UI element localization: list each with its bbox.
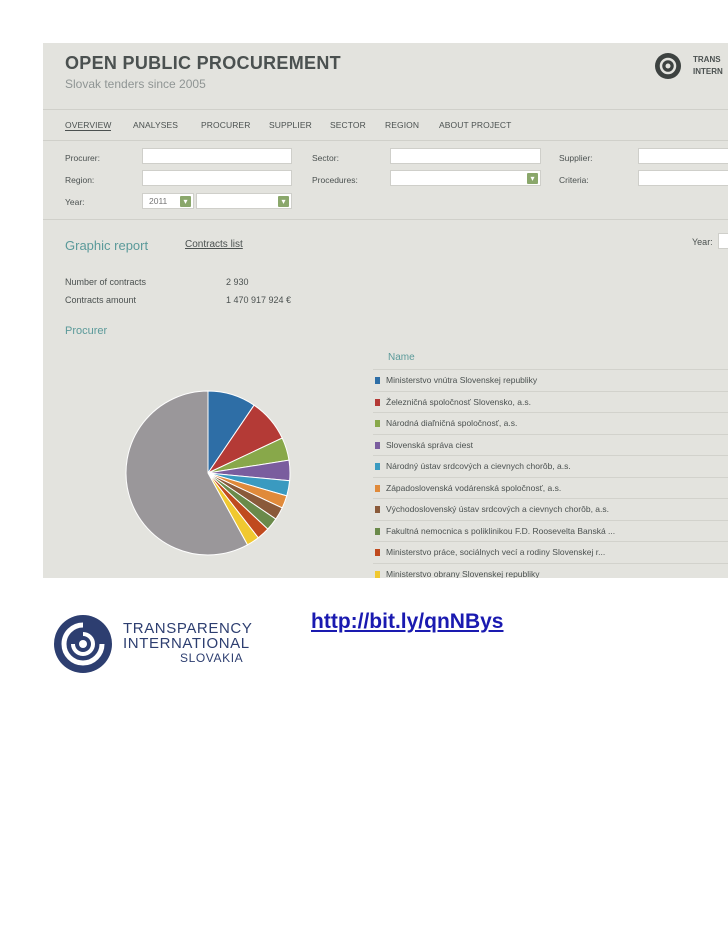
- legend-swatch: [375, 463, 380, 470]
- criteria-input[interactable]: [638, 170, 728, 186]
- sector-label: Sector:: [312, 153, 339, 163]
- legend-swatch: [375, 441, 380, 449]
- nav-about-project[interactable]: ABOUT PROJECT: [439, 120, 511, 130]
- year-label: Year:: [65, 197, 85, 207]
- legend-label: Fakultná nemocnica s poliklinikou F.D. R…: [386, 525, 616, 536]
- tab-contracts-list[interactable]: Contracts list: [185, 239, 243, 250]
- divider: [43, 219, 728, 220]
- ti-globe-icon: [54, 615, 112, 673]
- chevron-down-icon: ▾: [180, 196, 191, 207]
- legend-label: Ministerstvo práce, sociálnych vecí a ro…: [386, 547, 606, 557]
- supplier-label: Supplier:: [559, 153, 593, 163]
- tab-graphic-report[interactable]: Graphic report: [65, 238, 148, 253]
- region-label: Region:: [65, 175, 95, 185]
- chart-legend: Ministerstvo vnútra Slovenskej republiky…: [373, 369, 728, 578]
- main-nav: OVERVIEW ANALYSES PROCURER SUPPLIER SECT…: [43, 109, 728, 141]
- legend-swatch: [375, 527, 380, 535]
- year-select[interactable]: 2011 ▾: [142, 193, 194, 209]
- legend-swatch: [375, 398, 380, 406]
- month-select[interactable]: ▾: [196, 193, 292, 209]
- legend-item[interactable]: Ministerstvo obrany Slovenskej republiky: [373, 564, 728, 579]
- procurer-pie-chart: [125, 390, 291, 556]
- legend-label: Slovenská správa ciest: [386, 439, 473, 450]
- ti-header-logo: TRANS INTERN: [653, 51, 728, 91]
- legend-item[interactable]: Národná diaľničná spoločnosť, a.s.: [373, 413, 728, 435]
- ti-slovakia-wordmark: TRANSPARENCY INTERNATIONAL SLOVAKIA: [123, 621, 252, 666]
- chevron-down-icon: ▾: [527, 173, 538, 184]
- chart-year-select[interactable]: [718, 233, 728, 249]
- tab-contracts-list-label: Contracts list: [185, 239, 243, 250]
- site-subtitle: Slovak tenders since 2005: [65, 77, 206, 91]
- legend-swatch: [375, 570, 380, 578]
- legend-label: Západoslovenská vodárenská spoločnosť, a…: [386, 482, 562, 493]
- site-title: OPEN PUBLIC PROCUREMENT: [65, 53, 341, 73]
- contracts-count-label: Number of contracts: [65, 277, 147, 287]
- nav-overview[interactable]: OVERVIEW: [65, 120, 112, 131]
- legend-item[interactable]: Národný ústav srdcových a cievnych chorô…: [373, 456, 728, 478]
- legend-label: Ministerstvo obrany Slovenskej republiky: [386, 568, 540, 579]
- legend-swatch: [375, 377, 380, 384]
- legend-label: Východoslovenský ústav srdcových a cievn…: [386, 504, 609, 514]
- chart-year-label: Year:: [692, 237, 713, 247]
- year-select-value: 2011: [149, 196, 168, 206]
- legend-label: Železničná spoločnosť Slovensko, a.s.: [386, 396, 531, 407]
- contracts-count-value: 2 930: [226, 277, 249, 287]
- legend-item[interactable]: Železničná spoločnosť Slovensko, a.s.: [373, 392, 728, 413]
- criteria-label: Criteria:: [559, 175, 589, 185]
- nav-analyses[interactable]: ANALYSES: [133, 120, 178, 130]
- procedures-select[interactable]: ▾: [390, 170, 541, 186]
- ti-globe-icon: [655, 53, 681, 79]
- procurer-input[interactable]: [142, 148, 292, 164]
- chart-section-title: Procurer: [65, 325, 108, 337]
- project-link[interactable]: http://bit.ly/qnNBys: [311, 610, 504, 634]
- contracts-amount-value: 1 470 917 924 €: [226, 295, 292, 305]
- region-input[interactable]: [142, 170, 292, 186]
- nav-region[interactable]: REGION: [385, 120, 419, 130]
- procedures-label: Procedures:: [312, 175, 358, 185]
- legend-header: Name: [388, 352, 415, 363]
- sector-input[interactable]: [390, 148, 541, 164]
- legend-item[interactable]: Slovenská správa ciest: [373, 435, 728, 456]
- nav-procurer[interactable]: PROCURER: [201, 120, 250, 130]
- nav-supplier[interactable]: SUPPLIER: [269, 120, 312, 130]
- legend-label: Národná diaľničná spoločnosť, a.s.: [386, 418, 518, 428]
- legend-label: Ministerstvo vnútra Slovenskej republiky: [386, 375, 538, 385]
- ti-line3: SLOVAKIA: [180, 651, 244, 665]
- legend-item[interactable]: Východoslovenský ústav srdcových a cievn…: [373, 499, 728, 521]
- contracts-amount-label: Contracts amount: [65, 295, 137, 305]
- ti-slovakia-logo: [52, 613, 114, 675]
- procurer-label: Procurer:: [65, 153, 100, 163]
- legend-swatch: [375, 420, 380, 427]
- chevron-down-icon: ▾: [278, 196, 289, 207]
- ti-header-logo-text: TRANS INTERN: [693, 55, 723, 76]
- website-screenshot: OPEN PUBLIC PROCUREMENT Slovak tenders s…: [43, 43, 728, 578]
- legend-item[interactable]: Západoslovenská vodárenská spoločnosť, a…: [373, 478, 728, 499]
- legend-item[interactable]: Fakultná nemocnica s poliklinikou F.D. R…: [373, 521, 728, 542]
- legend-label: Národný ústav srdcových a cievnych chorô…: [386, 461, 571, 471]
- legend-swatch: [375, 484, 380, 492]
- ti-line2: INTERNATIONAL: [123, 635, 250, 652]
- nav-sector[interactable]: SECTOR: [330, 120, 366, 130]
- legend-item[interactable]: Ministerstvo práce, sociálnych vecí a ro…: [373, 542, 728, 564]
- legend-item[interactable]: Ministerstvo vnútra Slovenskej republiky: [373, 369, 728, 392]
- supplier-input[interactable]: [638, 148, 728, 164]
- legend-swatch: [375, 549, 380, 556]
- legend-swatch: [375, 506, 380, 513]
